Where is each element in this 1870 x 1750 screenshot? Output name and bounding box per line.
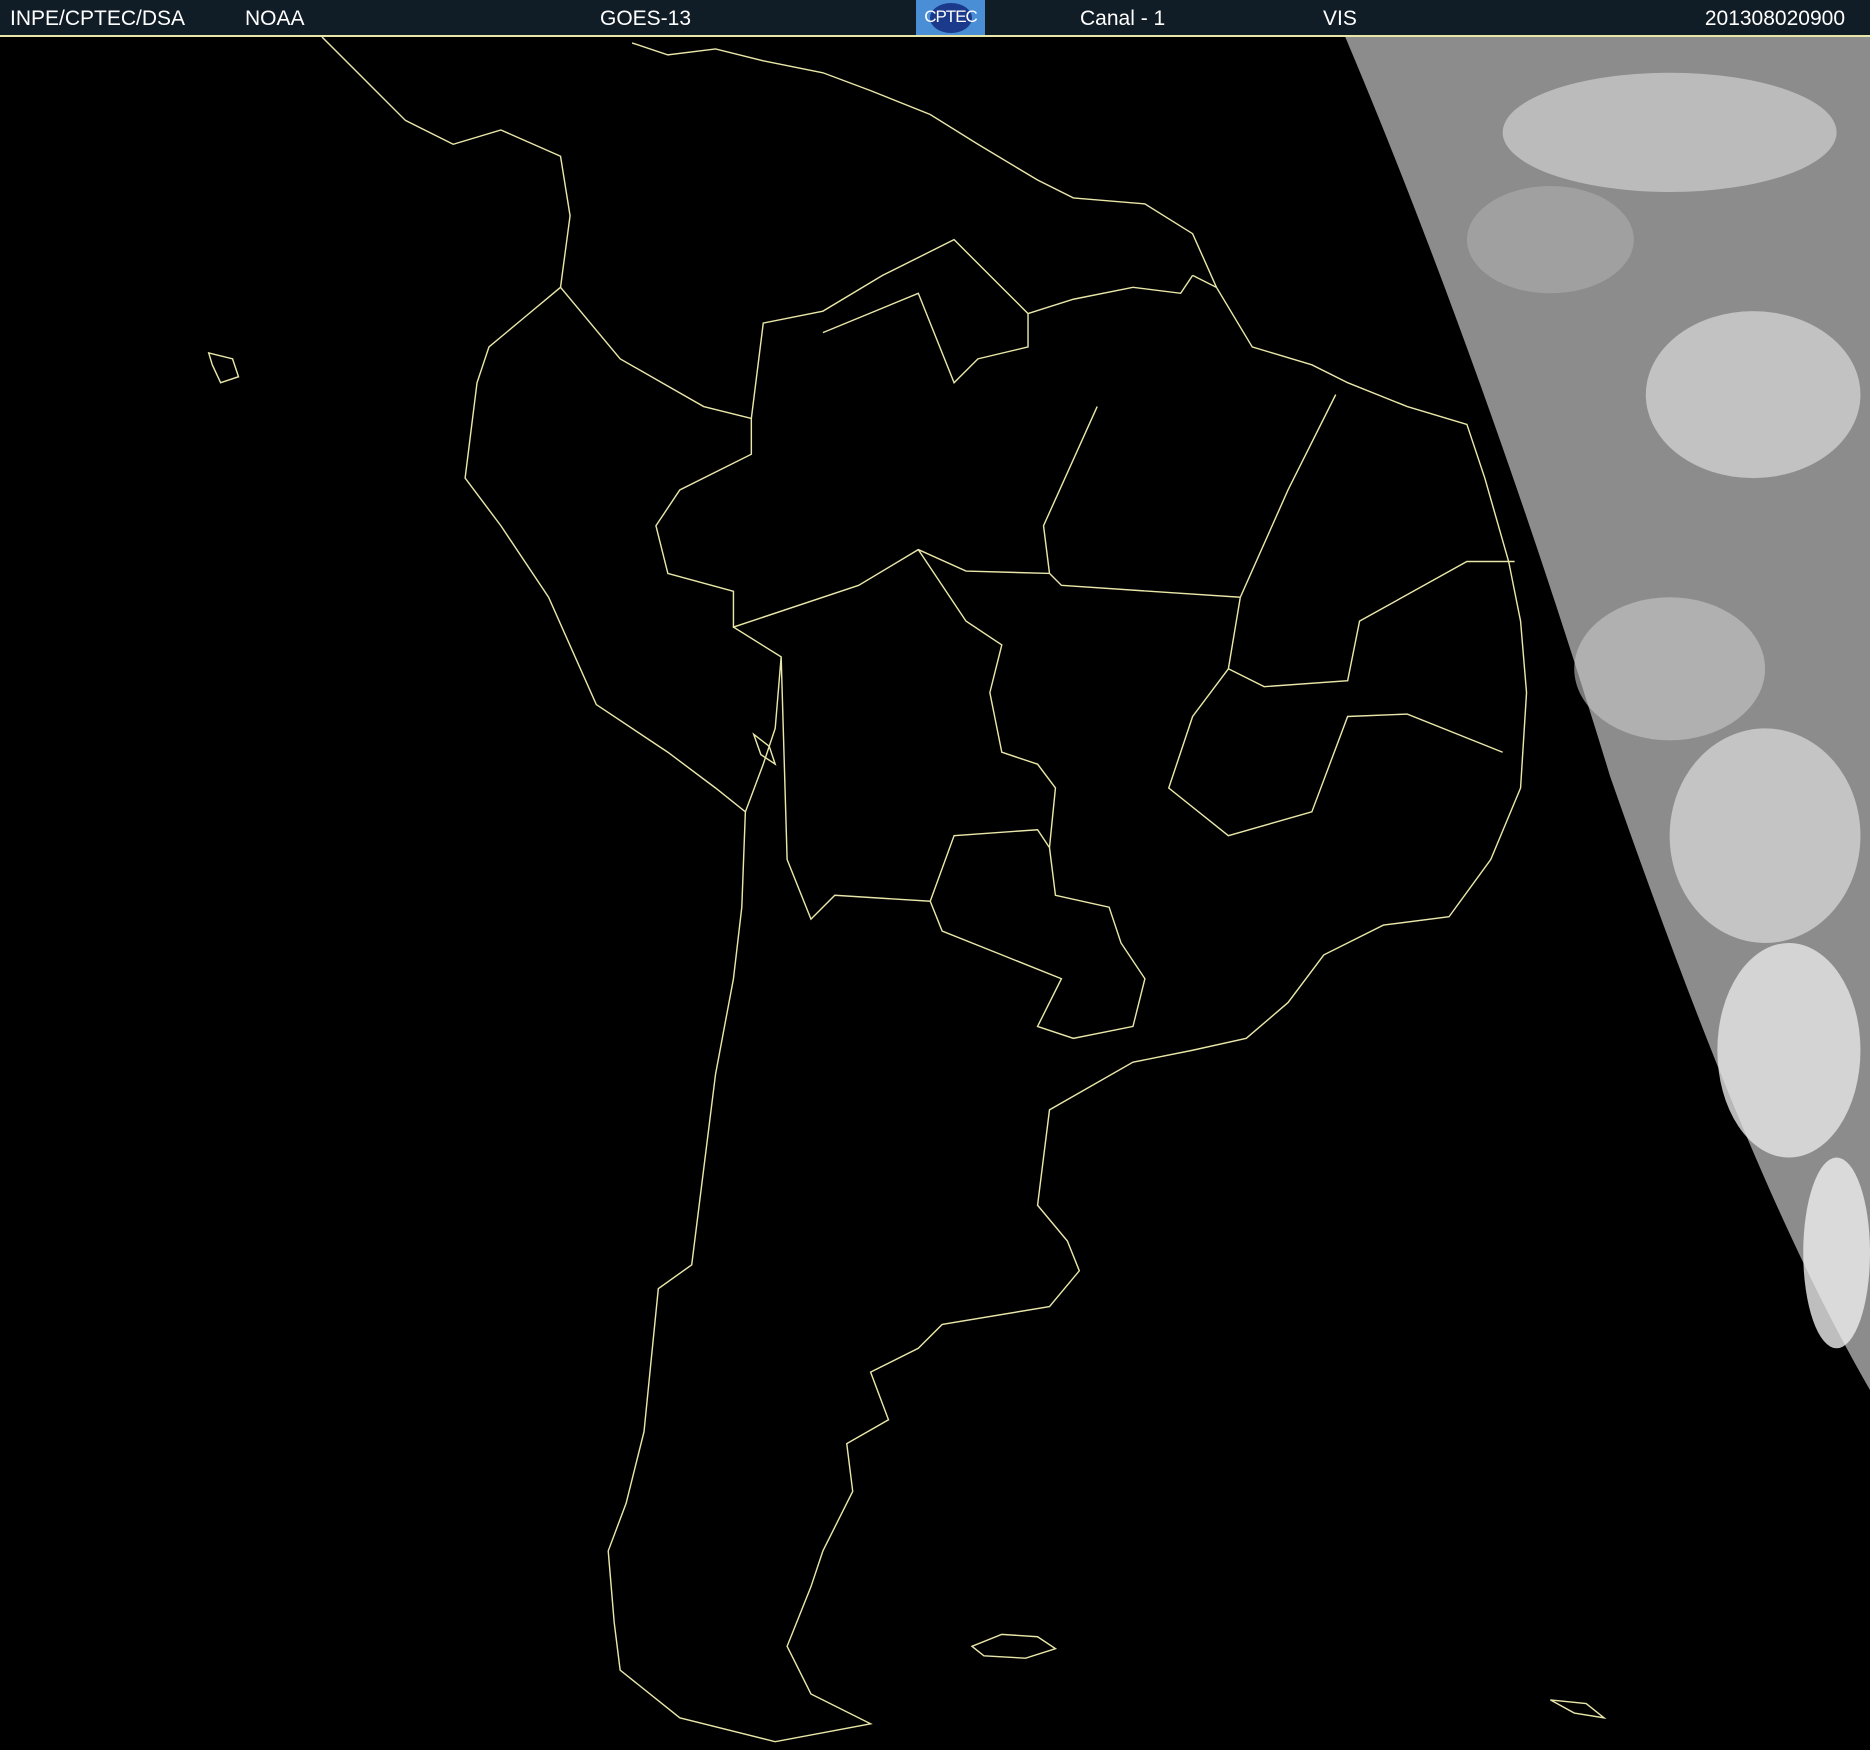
timestamp-label: 201308020900 bbox=[1704, 7, 1845, 30]
cptec-logo: CPTEC bbox=[916, 0, 985, 35]
satellite-label: GOES-13 bbox=[600, 7, 692, 30]
channel-label: Canal - 1 bbox=[1080, 7, 1166, 30]
institution-label: INPE/CPTEC/DSA bbox=[10, 7, 186, 30]
logo-text: CPTEC bbox=[924, 7, 978, 26]
satellite-map bbox=[0, 37, 1870, 1750]
agency-label: NOAA bbox=[245, 7, 305, 30]
image-header: INPE/CPTEC/DSA NOAA GOES-13 CPTEC Canal … bbox=[0, 0, 1870, 37]
band-label: VIS bbox=[1323, 7, 1357, 30]
